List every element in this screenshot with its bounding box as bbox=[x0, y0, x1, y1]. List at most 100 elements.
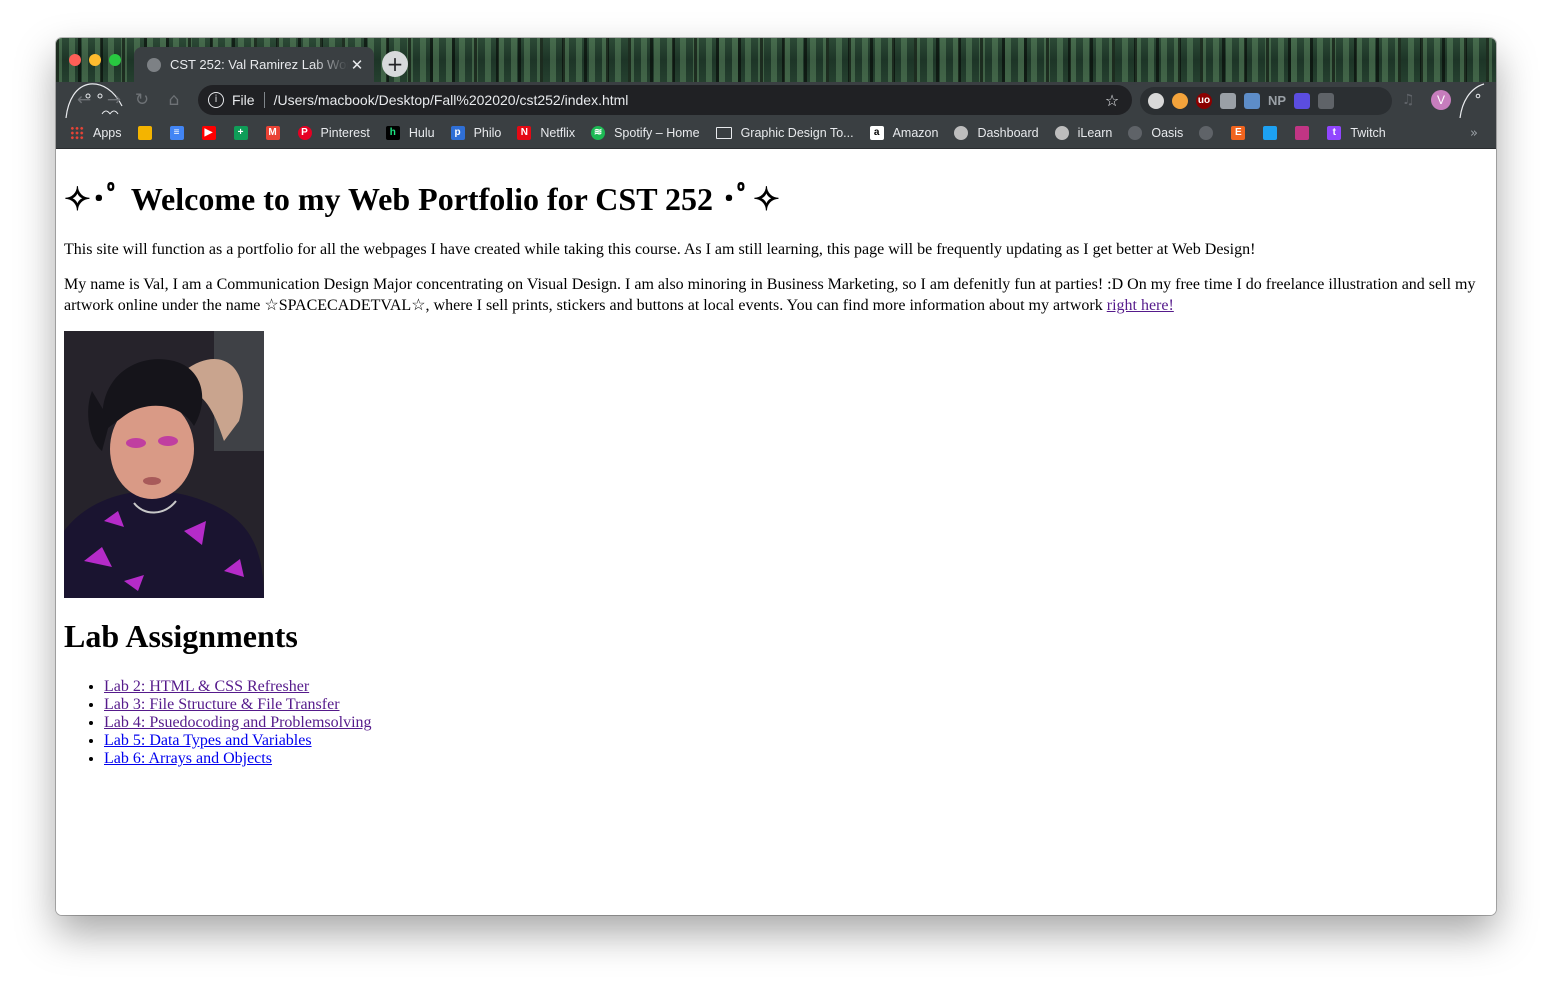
new-tab-button[interactable]: + bbox=[382, 51, 408, 77]
bookmark-item[interactable]: ≋ Spotify – Home bbox=[591, 126, 700, 140]
browser-toolbar: ← → ↻ ⌂ i File /Users/macbook/Desktop/Fa… bbox=[56, 82, 1496, 119]
bookmark-item[interactable]: E bbox=[1231, 126, 1246, 140]
info-icon[interactable]: i bbox=[208, 92, 224, 108]
back-arrow-icon[interactable]: ← bbox=[72, 88, 96, 112]
bookmark-label: Oasis bbox=[1151, 126, 1184, 140]
netflix-icon: N bbox=[517, 126, 532, 140]
bookmark-label: Pinterest bbox=[320, 126, 370, 140]
globe-icon bbox=[1128, 126, 1143, 140]
bookmark-label: Graphic Design To... bbox=[740, 126, 854, 140]
about-paragraph: My name is Val, I am a Communication Des… bbox=[64, 274, 1484, 316]
bookmark-label: Dashboard bbox=[977, 126, 1039, 140]
artwork-link[interactable]: right here! bbox=[1107, 297, 1174, 314]
browser-window: CST 252: Val Ramirez Lab Work ✕ + ← → ↻ … bbox=[56, 38, 1496, 915]
address-scheme: File bbox=[232, 92, 255, 108]
extension-7-icon[interactable] bbox=[1294, 93, 1311, 109]
bookmark-item[interactable]: Apps bbox=[70, 126, 122, 140]
ilearn-icon bbox=[1054, 126, 1069, 140]
bookmark-item[interactable]: ▶ bbox=[201, 126, 216, 140]
ublock-icon[interactable]: uo bbox=[1196, 93, 1212, 109]
extension-5-icon[interactable] bbox=[1244, 93, 1260, 109]
bookmark-star-icon[interactable]: ☆ bbox=[1102, 91, 1122, 110]
bookmark-label: Amazon bbox=[892, 126, 939, 140]
bookmark-label: Hulu bbox=[408, 126, 435, 140]
bookmark-item[interactable]: Oasis bbox=[1128, 126, 1183, 140]
youtube-icon: ▶ bbox=[201, 126, 216, 140]
list-item: Lab 3: File Structure & File Transfer bbox=[104, 696, 372, 714]
bookmark-item[interactable]: M bbox=[265, 126, 280, 140]
active-tab[interactable]: CST 252: Val Ramirez Lab Work ✕ bbox=[134, 47, 374, 82]
bookmark-item[interactable]: ≡ bbox=[169, 126, 184, 140]
bookmark-item[interactable]: iLearn bbox=[1054, 126, 1113, 140]
bookmark-item[interactable]: h Hulu bbox=[385, 126, 435, 140]
extensions-tray: uo NP bbox=[1140, 87, 1392, 115]
bookmark-label: Philo bbox=[473, 126, 502, 140]
globe-icon bbox=[1199, 126, 1214, 140]
address-url[interactable]: /Users/macbook/Desktop/Fall%202020/cst25… bbox=[274, 92, 1102, 108]
lab-4-link[interactable]: Lab 4: Psuedocoding and Problemsolving bbox=[104, 714, 372, 731]
page-title: ✧･ﾟ Welcome to my Web Portfolio for CST … bbox=[64, 181, 780, 217]
lab-6-link[interactable]: Lab 6: Arrays and Objects bbox=[104, 750, 272, 767]
bookmark-item[interactable] bbox=[1199, 126, 1214, 140]
bookmark-item[interactable] bbox=[1295, 126, 1310, 140]
spotify-icon: ≋ bbox=[591, 126, 606, 140]
about-text: My name is Val, I am a Communication Des… bbox=[64, 276, 1476, 314]
bookmark-item[interactable]: P Pinterest bbox=[297, 126, 370, 140]
bookmark-item[interactable] bbox=[137, 126, 152, 140]
drive-icon bbox=[137, 126, 152, 140]
address-bar[interactable]: i File /Users/macbook/Desktop/Fall%20202… bbox=[198, 85, 1132, 115]
lab-5-link[interactable]: Lab 5: Data Types and Variables bbox=[104, 732, 312, 749]
tab-strip: CST 252: Val Ramirez Lab Work ✕ + bbox=[56, 38, 1496, 82]
intro-paragraph: This site will function as a portfolio f… bbox=[64, 241, 1256, 258]
list-item: Lab 2: HTML & CSS Refresher bbox=[104, 678, 372, 696]
extension-2-icon[interactable] bbox=[1172, 93, 1188, 109]
bookmark-item[interactable] bbox=[1263, 126, 1278, 140]
bookmarks-overflow-icon[interactable]: » bbox=[1470, 126, 1478, 141]
window-minimize-button[interactable] bbox=[89, 54, 101, 66]
bookmarks-bar: Apps ≡ ▶ + M P Pinterest h Hulu p Philo N Netflix ≋ Sp… bbox=[56, 118, 1496, 149]
amazon-icon: a bbox=[869, 126, 884, 140]
puzzle-icon[interactable] bbox=[1318, 93, 1335, 109]
bookmark-label: iLearn bbox=[1077, 126, 1113, 140]
bookmark-item[interactable]: a Amazon bbox=[869, 126, 939, 140]
bookmark-label: Spotify – Home bbox=[614, 126, 700, 140]
etsy-icon: E bbox=[1231, 126, 1246, 140]
lab-list: Lab 2: HTML & CSS Refresher Lab 3: File … bbox=[64, 678, 372, 768]
lab-assignments-heading: Lab Assignments bbox=[64, 618, 298, 654]
media-controls-icon[interactable]: ♫ bbox=[1402, 92, 1420, 108]
extension-1-icon[interactable] bbox=[1148, 93, 1164, 109]
address-divider bbox=[263, 92, 265, 108]
twitch-icon: t bbox=[1327, 126, 1342, 140]
bookmark-item[interactable]: Dashboard bbox=[954, 126, 1039, 140]
forward-arrow-icon[interactable]: → bbox=[102, 88, 126, 112]
profile-avatar[interactable]: V bbox=[1431, 90, 1451, 110]
window-maximize-button[interactable] bbox=[109, 54, 121, 66]
pinterest-icon: P bbox=[297, 126, 312, 140]
close-icon[interactable]: ✕ bbox=[348, 56, 366, 74]
page-content: ✧･ﾟ Welcome to my Web Portfolio for CST … bbox=[56, 150, 1496, 915]
sheets-icon: + bbox=[233, 126, 248, 140]
lab-2-link[interactable]: Lab 2: HTML & CSS Refresher bbox=[104, 678, 309, 695]
home-icon[interactable]: ⌂ bbox=[162, 88, 186, 112]
bookmark-label: Twitch bbox=[1350, 126, 1386, 140]
reload-icon[interactable]: ↻ bbox=[130, 88, 154, 112]
extension-4-icon[interactable] bbox=[1220, 93, 1236, 109]
totoro-theme-icon bbox=[1459, 83, 1485, 119]
bookmark-item[interactable]: p Philo bbox=[450, 126, 502, 140]
lab-3-link[interactable]: Lab 3: File Structure & File Transfer bbox=[104, 696, 340, 713]
instagram-icon bbox=[1295, 126, 1310, 140]
bookmark-item[interactable]: Graphic Design To... bbox=[715, 126, 854, 140]
list-item: Lab 6: Arrays and Objects bbox=[104, 750, 372, 768]
bookmark-item[interactable]: + bbox=[233, 126, 248, 140]
docs-icon: ≡ bbox=[169, 126, 184, 140]
window-close-button[interactable] bbox=[69, 54, 81, 66]
folder-icon bbox=[715, 127, 732, 139]
gmail-icon: M bbox=[265, 126, 280, 140]
twitter-icon bbox=[1263, 126, 1278, 140]
list-item: Lab 4: Psuedocoding and Problemsolving bbox=[104, 714, 372, 732]
bookmark-item[interactable]: t Twitch bbox=[1327, 126, 1386, 140]
np-extension-icon[interactable]: NP bbox=[1268, 93, 1286, 109]
bookmark-item[interactable]: N Netflix bbox=[517, 126, 575, 140]
tab-title: CST 252: Val Ramirez Lab Work bbox=[170, 57, 348, 72]
apps-grid-icon bbox=[70, 126, 84, 140]
